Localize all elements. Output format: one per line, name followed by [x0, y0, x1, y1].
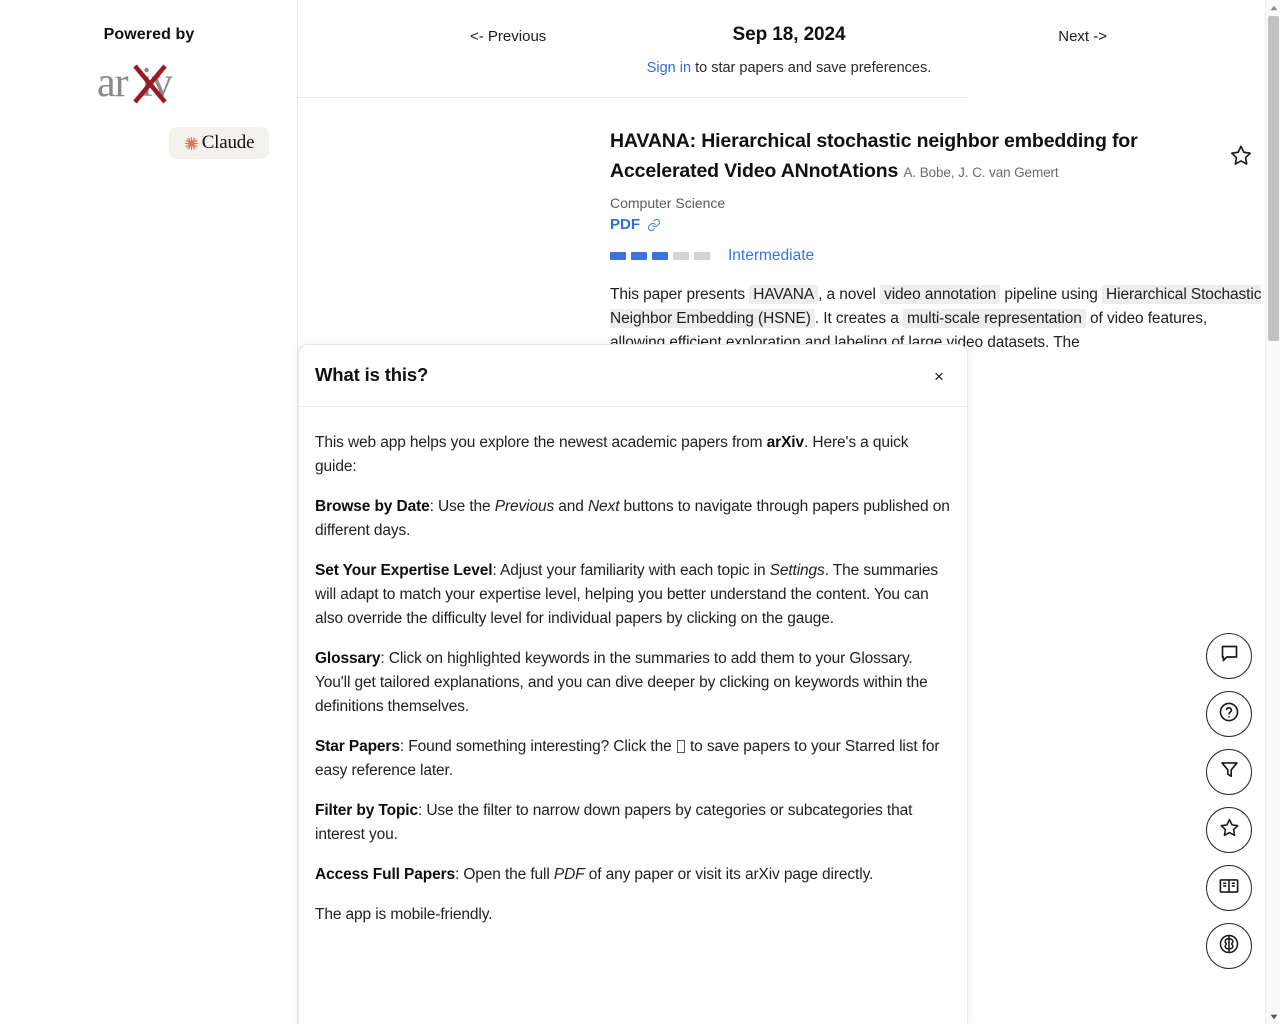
- modal-title: What is this?: [315, 364, 429, 385]
- paper-category: Computer Science: [610, 195, 726, 211]
- intro-text: This web app helps you explore the newes…: [315, 434, 767, 451]
- access-text: of any paper or visit its arXiv page dir…: [584, 866, 874, 883]
- glossary-keyword[interactable]: multi-scale representation: [902, 309, 1086, 328]
- star-icon: [1219, 817, 1240, 843]
- starred-papers-button[interactable]: [1206, 807, 1252, 853]
- what-is-this-modal: What is this? × This web app helps you e…: [298, 344, 968, 1024]
- access-heading: Access Full Papers: [315, 866, 455, 883]
- external-link-icon[interactable]: [647, 218, 661, 232]
- signin-prompt: Sign in to star papers and save preferen…: [454, 60, 1124, 76]
- chat-bubble-icon: [1219, 643, 1240, 669]
- expertise-heading: Set Your Expertise Level: [315, 562, 493, 579]
- arxiv-logo: ar iv: [0, 58, 298, 114]
- summary-text: This paper presents: [610, 286, 750, 303]
- book-icon: [1218, 875, 1240, 902]
- modal-star-paragraph: Star Papers: Found something interesting…: [315, 735, 951, 783]
- expertise-settings-emphasis: Settings: [769, 562, 825, 579]
- modal-body: This web app helps you explore the newes…: [299, 407, 967, 927]
- svg-text:ar: ar: [97, 60, 129, 106]
- next-day-button[interactable]: Next ->: [1058, 28, 1107, 45]
- summary-text: pipeline using: [1000, 286, 1103, 303]
- browse-text: : Use the: [429, 498, 495, 515]
- gauge-segment[interactable]: [673, 252, 689, 260]
- intro-brand: arXiv: [766, 434, 804, 451]
- browse-heading: Browse by Date: [315, 498, 430, 515]
- gauge-segment[interactable]: [652, 252, 668, 260]
- header-divider: [298, 97, 968, 98]
- help-circle-icon: [1218, 701, 1240, 728]
- close-icon[interactable]: ×: [928, 365, 950, 387]
- star-paper-button[interactable]: [1230, 144, 1252, 171]
- signin-prompt-text: to star papers and save preferences.: [691, 60, 932, 76]
- claude-badge: Claude: [169, 127, 269, 159]
- glossary-keyword[interactable]: video annotation: [880, 285, 1001, 304]
- paper-links: PDF: [610, 216, 1266, 233]
- page-scrollbar[interactable]: [1265, 0, 1280, 1024]
- glossary-heading: Glossary: [315, 650, 381, 667]
- filter-funnel-icon: [1219, 759, 1240, 785]
- missing-glyph-icon: [676, 740, 685, 753]
- modal-glossary-paragraph: Glossary: Click on highlighted keywords …: [315, 647, 951, 719]
- difficulty-label: Intermediate: [728, 247, 815, 264]
- browse-previous-emphasis: Previous: [494, 498, 555, 515]
- modal-expertise-paragraph: Set Your Expertise Level: Adjust your fa…: [315, 559, 951, 631]
- sidebar: Powered by ar iv Claude: [0, 0, 298, 1024]
- expertise-button[interactable]: [1206, 923, 1252, 969]
- filter-heading: Filter by Topic: [315, 802, 418, 819]
- pdf-link[interactable]: PDF: [610, 216, 640, 233]
- modal-access-paragraph: Access Full Papers: Open the full PDF of…: [315, 863, 951, 887]
- brain-icon: [1218, 933, 1240, 960]
- summary-text: , a novel: [818, 286, 881, 303]
- gauge-segment[interactable]: [694, 252, 710, 260]
- filter-button[interactable]: [1206, 749, 1252, 795]
- powered-by-label: Powered by: [103, 26, 195, 43]
- claude-starburst-icon: [184, 136, 199, 151]
- chat-button[interactable]: [1206, 633, 1252, 679]
- current-date-label: Sep 18, 2024: [732, 24, 846, 45]
- claude-label: Claude: [201, 132, 255, 153]
- difficulty-gauge[interactable]: [610, 252, 710, 260]
- svg-text:iv: iv: [141, 60, 173, 106]
- scrollbar-thumb[interactable]: [1268, 16, 1279, 341]
- top-navigation: <- Previous Sep 18, 2024 Next -> Sign in…: [454, 0, 1124, 76]
- floating-action-rail: [1206, 633, 1252, 969]
- glossary-button[interactable]: [1206, 865, 1252, 911]
- scroll-down-arrow-icon[interactable]: [1266, 1009, 1280, 1024]
- signin-link[interactable]: Sign in: [647, 60, 691, 76]
- star-heading: Star Papers: [315, 738, 400, 755]
- scroll-up-arrow-icon[interactable]: [1266, 0, 1280, 15]
- modal-header: What is this? ×: [299, 345, 967, 407]
- expertise-text: : Adjust your familiarity with each topi…: [492, 562, 770, 579]
- page-root: Powered by ar iv Claude <- Previous Sep …: [0, 0, 1280, 1024]
- gauge-segment[interactable]: [610, 252, 626, 260]
- modal-mobile-paragraph: The app is mobile-friendly.: [315, 906, 493, 923]
- glossary-text: : Click on highlighted keywords in the s…: [315, 650, 928, 715]
- modal-browse-paragraph: Browse by Date: Use the Previous and Nex…: [315, 495, 951, 543]
- access-pdf-emphasis: PDF: [553, 866, 585, 883]
- paper-authors: A. Bobe, J. C. van Gemert: [903, 165, 1059, 180]
- glossary-keyword[interactable]: HAVANA: [749, 285, 819, 304]
- browse-text: and: [554, 498, 588, 515]
- gauge-segment[interactable]: [631, 252, 647, 260]
- paper-card: HAVANA: Hierarchical stochastic neighbor…: [610, 126, 1266, 355]
- access-text: : Open the full: [455, 866, 554, 883]
- modal-intro-paragraph: This web app helps you explore the newes…: [315, 431, 951, 479]
- modal-filter-paragraph: Filter by Topic: Use the filter to narro…: [315, 799, 951, 847]
- summary-text: . It creates a: [814, 310, 903, 327]
- paper-title[interactable]: HAVANA: Hierarchical stochastic neighbor…: [610, 126, 1266, 188]
- help-button[interactable]: [1206, 691, 1252, 737]
- browse-next-emphasis: Next: [587, 498, 620, 515]
- star-text: : Found something interesting? Click the: [399, 738, 676, 755]
- difficulty-row: Intermediate: [610, 247, 1266, 265]
